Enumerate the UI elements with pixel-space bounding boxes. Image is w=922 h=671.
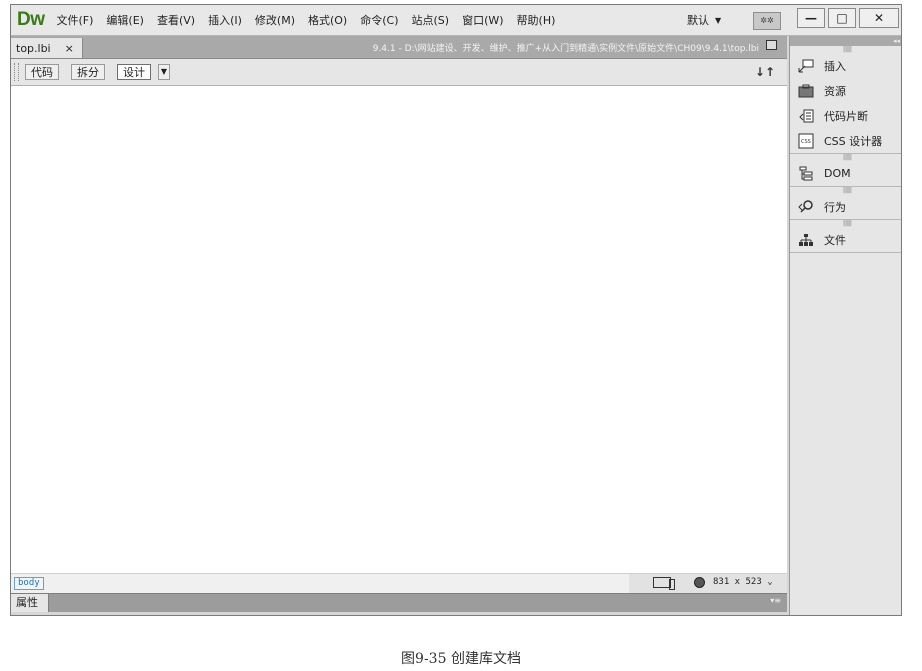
- panel-menu-icon[interactable]: ▾≡: [770, 596, 781, 605]
- window-controls: — □ ✕: [797, 8, 899, 28]
- panel-item-label: 代码片断: [824, 109, 868, 123]
- menu-edit[interactable]: 编辑(E): [106, 12, 144, 28]
- panel-item-dom[interactable]: DOM: [790, 161, 901, 186]
- insert-icon: [798, 59, 814, 73]
- close-icon[interactable]: ×: [65, 42, 74, 55]
- panel-item-behaviors[interactable]: 行为: [790, 194, 901, 219]
- document-tab-label: top.lbi: [16, 41, 51, 55]
- design-canvas[interactable]: [11, 86, 787, 573]
- maximize-button[interactable]: □: [828, 8, 856, 28]
- panel-dock-header: ◂◂: [790, 36, 901, 46]
- menu-insert[interactable]: 插入(I): [208, 12, 242, 28]
- split-view-button[interactable]: 拆分: [71, 64, 105, 80]
- tag-selector-body[interactable]: body: [14, 577, 44, 590]
- workspace-layout-label: 默认: [687, 14, 709, 27]
- files-icon: [798, 233, 814, 247]
- dom-icon: [798, 166, 814, 181]
- panel-item-label: 文件: [824, 233, 846, 247]
- app-logo: Dw: [17, 9, 45, 30]
- menu-modify[interactable]: 修改(M): [255, 12, 295, 28]
- menu-format[interactable]: 格式(O): [308, 12, 347, 28]
- code-view-button[interactable]: 代码: [25, 64, 59, 80]
- menu-file[interactable]: 文件(F): [57, 12, 94, 28]
- menu-help[interactable]: 帮助(H): [517, 12, 556, 28]
- panel-item-label: 行为: [824, 200, 846, 214]
- chevron-down-icon: ▼: [715, 15, 722, 25]
- toolbar-grip[interactable]: [14, 63, 19, 81]
- panel-separator: [790, 252, 901, 253]
- css-designer-icon: CSS: [798, 133, 814, 148]
- document-path: 9.4.1 - D:\网站建设、开发、维护、推广+从入门到精通\实例文件\原始文…: [372, 44, 759, 54]
- panel-item-assets[interactable]: 资源: [790, 78, 901, 103]
- behaviors-icon: [798, 199, 814, 214]
- figure-caption: 图9-35 创建库文档: [401, 651, 521, 667]
- panel-item-label: 插入: [824, 59, 846, 73]
- panel-item-insert[interactable]: 插入: [790, 53, 901, 78]
- properties-tab[interactable]: 属性: [11, 594, 49, 612]
- extensions-icon[interactable]: ✲✲: [753, 12, 781, 30]
- properties-bar: 属性 ▾≡: [11, 593, 787, 612]
- menubar: Dw 文件(F) 编辑(E) 查看(V) 插入(I) 修改(M) 格式(O) 命…: [11, 5, 901, 36]
- window-size-value: 831 x 523: [713, 577, 762, 587]
- chevron-down-icon: ⌄: [767, 577, 773, 587]
- workspace-layout-select[interactable]: 默认 ▼: [687, 11, 721, 29]
- close-button[interactable]: ✕: [859, 8, 899, 28]
- snippets-icon: [798, 109, 814, 123]
- panel-item-label: DOM: [824, 167, 851, 180]
- browser-preview-icon[interactable]: [694, 577, 705, 588]
- minimize-button[interactable]: —: [797, 8, 825, 28]
- design-view-button[interactable]: 设计: [117, 64, 151, 80]
- window-size-readout[interactable]: 831 x 523 ⌄: [713, 577, 773, 587]
- panel-item-snippets[interactable]: 代码片断: [790, 103, 901, 128]
- menu-window[interactable]: 窗口(W): [462, 12, 503, 28]
- panel-dock: ◂◂ |||||||| 插入 资源 代码片断 CSS CSS 设计器 |||||…: [789, 36, 901, 615]
- collapse-icon[interactable]: ◂◂: [893, 36, 900, 46]
- menu-site[interactable]: 站点(S): [412, 12, 450, 28]
- panel-item-files[interactable]: 文件: [790, 227, 901, 252]
- panel-item-label: CSS 设计器: [824, 134, 883, 148]
- document-tabbar: top.lbi × 9.4.1 - D:\网站建设、开发、维护、推广+从入门到精…: [11, 36, 787, 59]
- document-tab[interactable]: top.lbi ×: [11, 38, 83, 58]
- panel-group-grip[interactable]: ||||||||: [790, 220, 901, 227]
- panel-group-grip[interactable]: ||||||||: [790, 46, 901, 53]
- menu-commands[interactable]: 命令(C): [360, 12, 398, 28]
- status-bar: body 831 x 523 ⌄: [11, 573, 787, 593]
- svg-text:CSS: CSS: [801, 139, 811, 145]
- device-preview-icon[interactable]: [653, 577, 675, 590]
- restore-window-icon[interactable]: [766, 40, 777, 50]
- document-toolbar: 代码 拆分 设计 ▼ ↓↑: [11, 59, 787, 86]
- panel-group-grip[interactable]: ||||||||: [790, 154, 901, 161]
- view-options-dropdown[interactable]: ▼: [158, 64, 170, 80]
- panel-group-grip[interactable]: ||||||||: [790, 187, 901, 194]
- menu-view[interactable]: 查看(V): [157, 12, 195, 28]
- panel-item-label: 资源: [824, 84, 846, 98]
- assets-icon: [798, 84, 814, 98]
- sort-icon[interactable]: ↓↑: [755, 65, 775, 79]
- dreamweaver-window: Dw 文件(F) 编辑(E) 查看(V) 插入(I) 修改(M) 格式(O) 命…: [10, 4, 902, 616]
- panel-item-css-designer[interactable]: CSS CSS 设计器: [790, 128, 901, 153]
